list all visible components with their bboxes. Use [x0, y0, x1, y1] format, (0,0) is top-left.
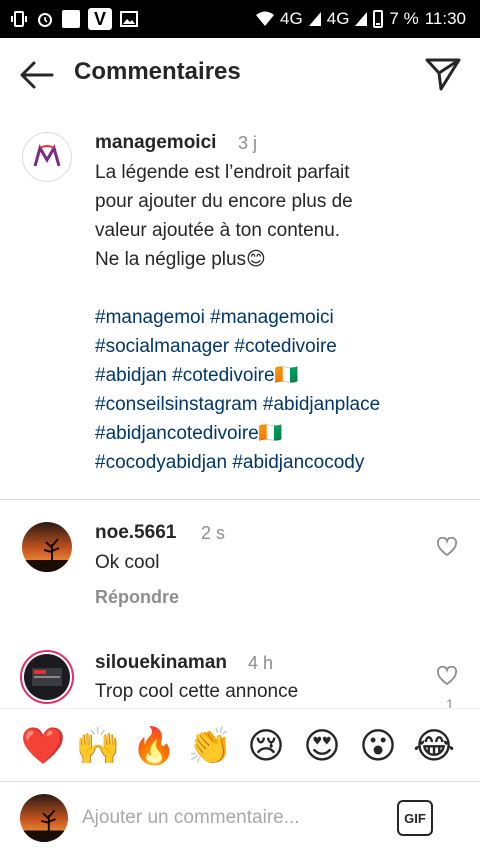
wifi-icon	[256, 10, 275, 28]
signal-icon	[308, 12, 321, 26]
reply-button[interactable]: Répondre	[95, 587, 179, 608]
emoji-heart[interactable]: ❤️	[20, 723, 66, 769]
caption: managemoici 3 j La légende est l’endroit…	[0, 120, 480, 500]
network-type-2: 4G	[326, 9, 350, 28]
avatar[interactable]	[22, 132, 72, 182]
comment: noe.5661 2 s Ok cool Répondre	[0, 500, 480, 630]
hashtag-line[interactable]: #socialmanager #cotedivoire	[95, 332, 465, 361]
hashtag-line[interactable]: #abidjan #cotedivoire🇨🇮	[95, 361, 465, 390]
status-bar: V 4G 4G 7 % 11:30	[0, 0, 480, 38]
hashtag-line[interactable]: #abidjancotedivoire🇨🇮	[95, 419, 465, 448]
hashtag-line[interactable]: #cocodyabidjan #abidjancocody	[95, 448, 465, 477]
sunset-tree-icon	[22, 522, 72, 572]
header: Commentaires	[0, 38, 480, 110]
heart-icon[interactable]	[436, 665, 458, 686]
signal-icon-2	[355, 12, 368, 26]
avatar[interactable]	[22, 522, 72, 572]
emoji-surprised[interactable]: 😮	[355, 723, 401, 769]
paper-plane-icon[interactable]	[424, 56, 462, 92]
comment-username[interactable]: silouekinaman	[95, 652, 227, 674]
comment-time: 4 h	[248, 653, 274, 673]
comment-text: Trop cool cette annonce	[95, 681, 299, 702]
emoji-clap[interactable]: 👏	[187, 723, 233, 769]
emoji-laughing[interactable]: 😂	[411, 723, 457, 769]
sunset-tree-icon	[20, 794, 68, 842]
caption-line: Ne la néglige plus😊	[95, 249, 266, 270]
caption-time: 3 j	[238, 133, 258, 153]
caption-line: La légende est l’endroit parfait	[95, 162, 350, 183]
vibrate-icon	[10, 10, 28, 28]
alarm-icon	[36, 10, 54, 28]
gif-button[interactable]: GIF	[397, 800, 433, 836]
emoji-heart-eyes[interactable]: 😍	[299, 723, 345, 769]
caption-line: valeur ajoutée à ton contenu.	[95, 220, 341, 241]
comment-username[interactable]: noe.5661	[95, 522, 176, 544]
status-bar-notifications: V	[10, 8, 138, 30]
hashtags: #managemoi #managemoici #socialmanager #…	[95, 303, 465, 477]
heart-icon[interactable]	[436, 536, 458, 557]
battery-percent: 7 %	[389, 9, 419, 28]
image-icon	[120, 10, 138, 28]
comment-input[interactable]	[82, 802, 372, 834]
hashtag-line[interactable]: #conseilsinstagram #abidjanplace	[95, 390, 465, 419]
managemoi-logo-icon	[33, 144, 61, 167]
status-bar-system: 4G 4G 7 % 11:30	[256, 9, 466, 29]
avatar	[20, 794, 68, 842]
page-title: Commentaires	[74, 58, 241, 85]
hashtag-line[interactable]: #managemoi #managemoici	[95, 303, 465, 332]
emoji-crying[interactable]: 😢	[243, 723, 289, 769]
emoji-bar: ❤️ 🙌 🔥 👏 😢 😍 😮 😂	[0, 708, 480, 782]
emoji-fire[interactable]: 🔥	[131, 723, 177, 769]
profile-photo-icon	[24, 654, 70, 700]
facebook-icon	[62, 10, 80, 28]
comment: silouekinaman 4 h Trop cool cette annonc…	[0, 630, 480, 708]
comment-text: Ok cool	[95, 552, 160, 573]
arrow-left-icon[interactable]	[18, 60, 54, 90]
avatar[interactable]	[20, 650, 74, 704]
v-app-icon: V	[88, 8, 112, 30]
battery-icon	[373, 10, 384, 28]
like-count: 1	[446, 696, 454, 708]
caption-username[interactable]: managemoici	[95, 132, 216, 154]
caption-text: La légende est l’endroit parfait pour aj…	[95, 158, 465, 274]
clock: 11:30	[424, 9, 466, 28]
caption-line: pour ajouter du encore plus de	[95, 191, 353, 212]
network-type-1: 4G	[280, 9, 303, 28]
emoji-raised-hands[interactable]: 🙌	[75, 723, 121, 769]
comment-time: 2 s	[201, 523, 226, 543]
comment-composer: GIF	[0, 782, 480, 854]
